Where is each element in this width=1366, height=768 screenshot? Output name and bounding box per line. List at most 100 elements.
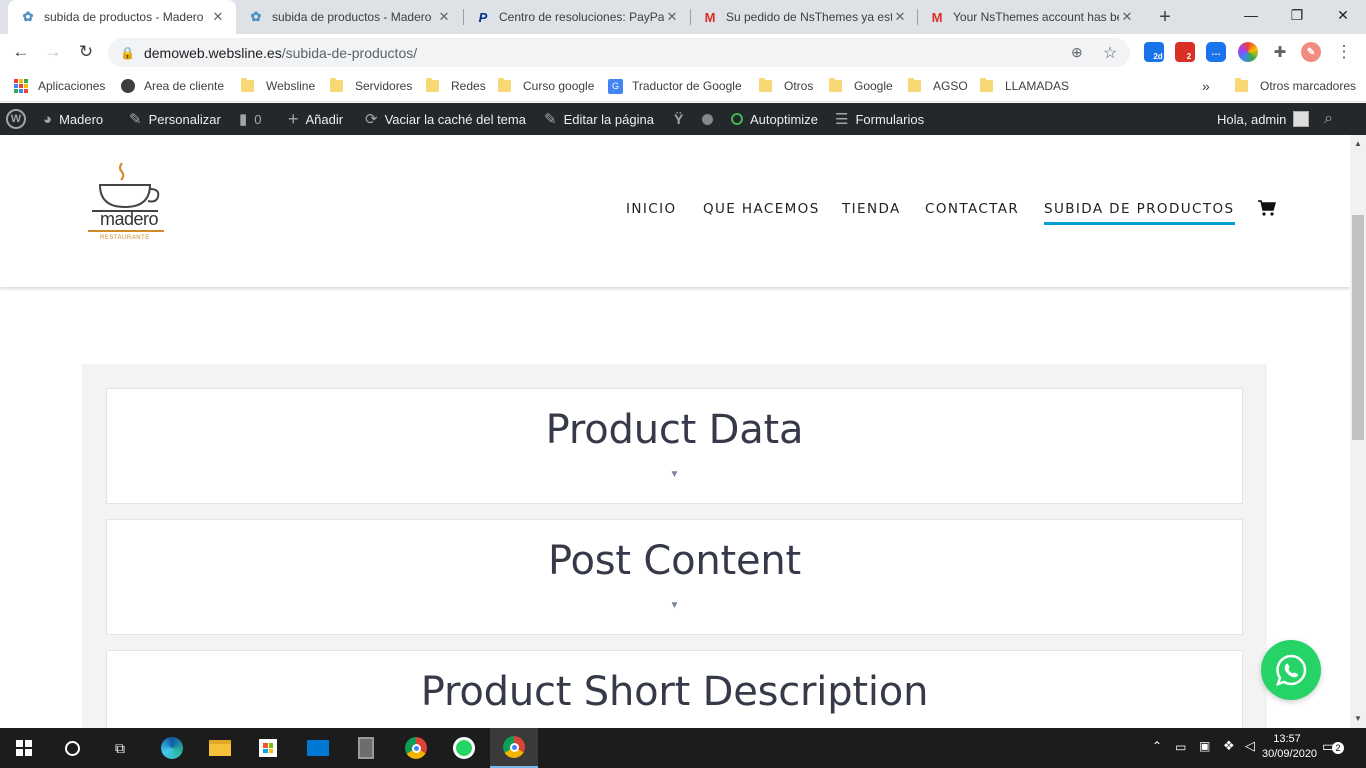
bookmark-area-cliente[interactable]: Area de cliente	[121, 76, 224, 96]
network-icon[interactable]: ▣	[1199, 739, 1210, 753]
close-tab-icon[interactable]: ✕	[436, 9, 452, 25]
extension-badge: 2d	[1153, 51, 1163, 61]
notifications-icon[interactable]: ▭ 2	[1322, 738, 1344, 755]
clock[interactable]: 13:57 30/09/2020	[1262, 732, 1317, 762]
bookmark-otros[interactable]: Otros	[759, 76, 813, 96]
bookmark-redes[interactable]: Redes	[426, 76, 486, 96]
page-scrollbar[interactable]: ▲ ▼	[1350, 135, 1366, 728]
minimize-icon[interactable]: —	[1228, 0, 1274, 30]
file-explorer-icon[interactable]	[196, 728, 244, 768]
gmail-extension-icon[interactable]: 2	[1175, 42, 1195, 62]
wp-edit-page-link[interactable]: ✎ Editar la página	[544, 103, 654, 135]
forward-icon[interactable]: →	[41, 40, 65, 64]
nav-tienda[interactable]: TIENDA	[842, 201, 901, 217]
new-tab-icon[interactable]: +	[1152, 4, 1178, 30]
bookmark-star-icon[interactable]: ☆	[1103, 43, 1117, 63]
volume-icon[interactable]: ◁	[1245, 738, 1255, 754]
bookmarks-overflow-button[interactable]: »	[1202, 76, 1210, 96]
address-bar[interactable]: 🔒 demoweb.websline.es/subida-de-producto…	[108, 38, 1130, 67]
section-product-data[interactable]: Product Data ▼	[106, 388, 1243, 504]
wp-clear-cache-link[interactable]: ⟳ Vaciar la caché del tema	[365, 103, 526, 135]
mail-icon[interactable]	[294, 728, 342, 768]
logo-wordmark: madero	[100, 209, 159, 229]
cart-icon[interactable]	[1257, 199, 1277, 222]
lock-icon: 🔒	[120, 45, 135, 60]
tray-chevron-icon[interactable]: ⌃	[1152, 739, 1162, 753]
back-icon[interactable]: ←	[9, 40, 33, 64]
bookmark-google[interactable]: Google	[829, 76, 893, 96]
nav-subida-de-productos[interactable]: SUBIDA DE PRODUCTOS	[1044, 201, 1235, 225]
whatsapp-taskbar-icon[interactable]	[440, 728, 488, 768]
chrome-active-icon[interactable]	[490, 728, 538, 768]
yoast-icon[interactable]: Ÿ	[674, 103, 683, 135]
expand-caret-icon[interactable]: ▼	[107, 600, 1242, 611]
wp-logo-icon[interactable]: W	[6, 103, 26, 135]
profile-avatar[interactable]: ✎	[1301, 42, 1321, 62]
bookmark-label: Aplicaciones	[38, 79, 106, 93]
tab-1[interactable]: ✿ subida de productos - Madero ✕	[8, 0, 236, 34]
chat-extension-icon[interactable]: …	[1206, 42, 1226, 62]
nav-inicio[interactable]: INICIO	[626, 201, 677, 217]
wp-comments-link[interactable]: ▮ 0	[239, 103, 262, 135]
scroll-up-icon[interactable]: ▲	[1354, 139, 1362, 148]
store-icon[interactable]	[244, 728, 292, 768]
wp-account-menu[interactable]: Hola, admin	[1217, 103, 1310, 135]
close-tab-icon[interactable]: ✕	[210, 9, 226, 25]
comment-count: 0	[254, 111, 262, 127]
dropbox-icon[interactable]: ❖	[1223, 738, 1235, 754]
coffee-cup-icon	[92, 162, 160, 212]
bookmark-agso[interactable]: AGSO	[908, 76, 968, 96]
translate-icon: G	[608, 78, 623, 94]
wp-autoptimize-link[interactable]: Autoptimize	[731, 103, 818, 135]
folder-icon	[498, 78, 511, 92]
wp-forms-link[interactable]: ☰ Formularios	[835, 103, 924, 135]
scroll-down-icon[interactable]: ▼	[1354, 714, 1362, 723]
scrollbar-thumb[interactable]	[1352, 215, 1364, 440]
color-wheel-extension-icon[interactable]	[1238, 42, 1258, 62]
task-view-icon[interactable]: ⧉	[96, 728, 144, 768]
wp-forms-label: Formularios	[855, 111, 925, 127]
close-tab-icon[interactable]: ✕	[664, 9, 680, 25]
reload-icon[interactable]: ↻	[74, 40, 98, 64]
calendar-extension-icon[interactable]: 2d	[1144, 42, 1164, 62]
tab-2[interactable]: ✿ subida de productos - Madero ✕	[238, 0, 462, 34]
bookmark-servidores[interactable]: Servidores	[330, 76, 412, 96]
windows-start-icon[interactable]	[0, 728, 48, 768]
bookmark-otros-marcadores[interactable]: Otros marcadores	[1235, 76, 1356, 96]
restore-icon[interactable]: ❐	[1274, 0, 1320, 30]
close-window-icon[interactable]: ✕	[1320, 0, 1366, 30]
search-circle-icon[interactable]	[48, 728, 96, 768]
section-product-short-description[interactable]: Product Short Description	[106, 650, 1243, 728]
wp-customize-link[interactable]: ✎ Personalizar	[129, 103, 221, 135]
forms-icon: ☰	[835, 111, 849, 128]
section-post-content[interactable]: Post Content ▼	[106, 519, 1243, 635]
battery-icon[interactable]: ▭	[1175, 740, 1186, 754]
extensions-puzzle-icon[interactable]: ✚	[1268, 40, 1292, 64]
tab-strip: ✿ subida de productos - Madero ✕ ✿ subid…	[0, 0, 1366, 34]
bookmark-curso-google[interactable]: Curso google	[498, 76, 594, 96]
close-tab-icon[interactable]: ✕	[892, 9, 908, 25]
chrome-icon[interactable]	[392, 728, 440, 768]
bookmark-apps[interactable]: Aplicaciones	[14, 76, 105, 96]
menu-kebab-icon[interactable]: ⋮	[1332, 40, 1356, 64]
nav-contactar[interactable]: CONTACTAR	[925, 201, 1019, 217]
whatsapp-button[interactable]	[1261, 640, 1321, 700]
wp-search-icon[interactable]: ⌕	[1324, 103, 1333, 135]
edge-icon[interactable]	[148, 728, 196, 768]
tab-3[interactable]: P Centro de resoluciones: PayPal ✕	[465, 0, 690, 34]
wp-add-new-link[interactable]: + Añadir	[288, 103, 343, 135]
bookmark-llamadas[interactable]: LLAMADAS	[980, 76, 1069, 96]
install-icon[interactable]: ⊕	[1071, 44, 1083, 61]
bookmark-websline[interactable]: Websline	[241, 76, 315, 96]
wp-site-link[interactable]: ◕ Madero	[43, 103, 103, 135]
calculator-icon[interactable]	[342, 728, 390, 768]
tab-5[interactable]: M Your NsThemes account has be ✕	[919, 0, 1145, 34]
bookmark-traductor[interactable]: G Traductor de Google	[608, 76, 742, 96]
nav-que-hacemos[interactable]: QUE HACEMOS	[703, 201, 820, 217]
wp-customize-label: Personalizar	[148, 111, 221, 127]
tab-4[interactable]: M Su pedido de NsThemes ya est ✕	[692, 0, 918, 34]
expand-caret-icon[interactable]: ▼	[107, 469, 1242, 480]
close-tab-icon[interactable]: ✕	[1119, 9, 1135, 25]
site-logo[interactable]: madero RESTAURANTE	[86, 159, 168, 247]
bookmark-label: AGSO	[933, 79, 968, 93]
